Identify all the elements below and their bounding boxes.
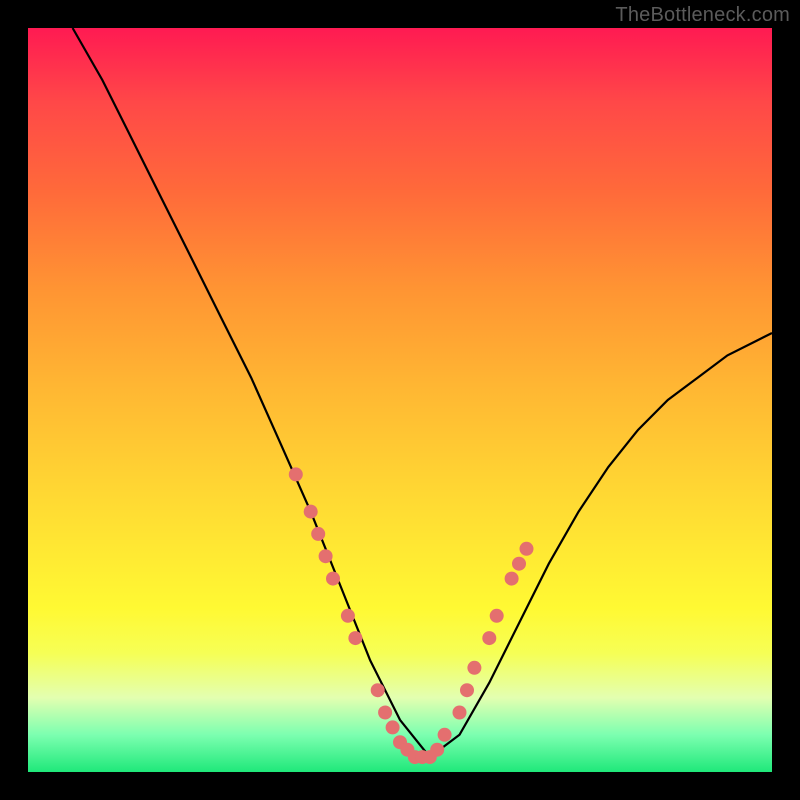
curve-marker	[467, 661, 481, 675]
curve-marker	[304, 505, 318, 519]
curve-markers	[289, 467, 534, 764]
curve-marker	[512, 557, 526, 571]
watermark-text: TheBottleneck.com	[615, 4, 790, 27]
plot-area	[28, 28, 772, 772]
curve-marker	[438, 728, 452, 742]
curve-marker	[430, 743, 444, 757]
curve-marker	[490, 609, 504, 623]
chart-frame: TheBottleneck.com	[0, 0, 800, 800]
curve-marker	[453, 706, 467, 720]
bottleneck-curve	[73, 28, 772, 757]
curve-marker	[319, 549, 333, 563]
curve-marker	[289, 467, 303, 481]
curve-marker	[520, 542, 534, 556]
curve-marker	[341, 609, 355, 623]
curve-marker	[311, 527, 325, 541]
curve-marker	[460, 683, 474, 697]
curve-marker	[482, 631, 496, 645]
curve-marker	[505, 572, 519, 586]
curve-marker	[348, 631, 362, 645]
curve-marker	[386, 720, 400, 734]
curve-layer	[28, 28, 772, 772]
curve-marker	[326, 572, 340, 586]
curve-marker	[378, 706, 392, 720]
curve-marker	[371, 683, 385, 697]
